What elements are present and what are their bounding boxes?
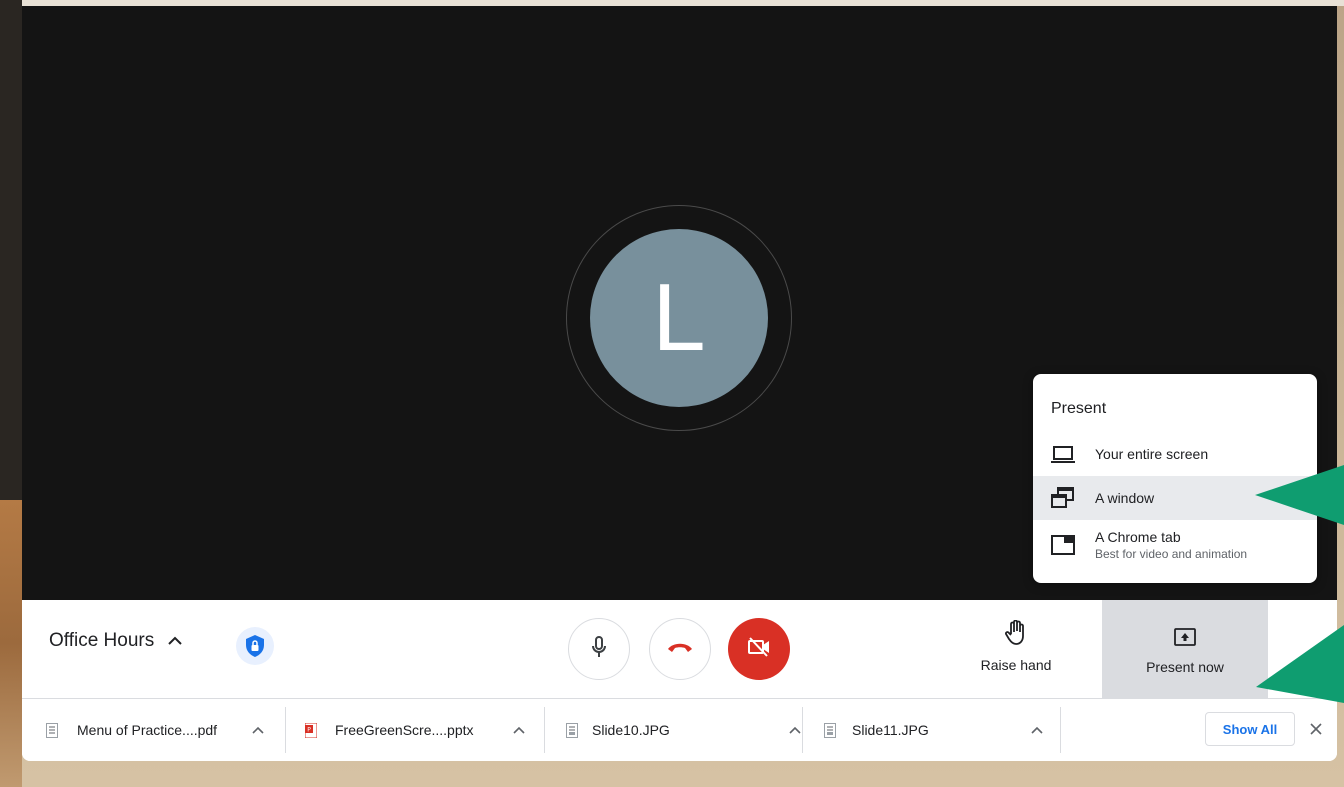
raise-hand-button[interactable]: Raise hand (970, 619, 1062, 680)
download-item[interactable]: Slide11.JPG (824, 699, 1064, 761)
meet-window: L Present Your entire screen A window A … (22, 6, 1337, 761)
present-now-button[interactable]: Present now (1102, 600, 1268, 698)
present-menu-title: Present (1051, 400, 1107, 417)
annotation-arrow-icon (1255, 465, 1344, 525)
host-controls-shield-icon[interactable] (236, 627, 274, 665)
chevron-up-icon[interactable] (1030, 723, 1044, 737)
desk-background-left-dark (0, 0, 22, 500)
meeting-details-toggle[interactable]: Office Hours (49, 630, 182, 652)
window-icon (1050, 485, 1076, 511)
present-option-label: A Chrome tab (1095, 529, 1181, 545)
powerpoint-file-icon: P (304, 722, 318, 739)
microphone-button[interactable] (568, 618, 630, 680)
download-item[interactable]: Menu of Practice....pdf (46, 699, 286, 761)
microphone-icon (591, 635, 607, 664)
hang-up-phone-icon (667, 640, 693, 658)
leave-call-button[interactable] (649, 618, 711, 680)
meeting-title: Office Hours (49, 630, 155, 651)
download-filename: Slide10.JPG (592, 722, 670, 738)
svg-text:P: P (307, 727, 311, 734)
image-file-icon (566, 723, 578, 738)
close-downloads-bar-icon[interactable] (1306, 719, 1326, 739)
camera-off-icon (747, 636, 771, 663)
download-separator (1060, 707, 1061, 753)
download-separator (544, 707, 545, 753)
participant-avatar: L (590, 229, 768, 407)
present-screen-icon (1174, 628, 1196, 653)
chevron-up-icon[interactable] (512, 723, 526, 737)
image-file-icon (824, 723, 836, 738)
chevron-up-icon[interactable] (788, 723, 802, 737)
document-file-icon (46, 723, 58, 738)
desk-background-left-wood (0, 500, 22, 787)
present-option-label: A window (1095, 490, 1155, 506)
annotation-arrow-icon (1256, 625, 1344, 703)
downloads-bar: Menu of Practice....pdf P FreeGreenScre.… (22, 698, 1337, 761)
laptop-icon (1050, 441, 1076, 467)
avatar-initial: L (652, 264, 706, 371)
download-filename: FreeGreenScre....pptx (335, 722, 474, 738)
present-option-sublabel: Best for video and animation (1095, 547, 1248, 561)
chevron-up-icon (168, 636, 182, 646)
download-filename: Menu of Practice....pdf (77, 722, 218, 738)
video-stage: L Present Your entire screen A window A … (22, 6, 1337, 600)
present-option-label: Your entire screen (1095, 446, 1209, 462)
download-item[interactable]: P FreeGreenScre....pptx (304, 699, 545, 761)
present-option-chrome-tab[interactable]: A Chrome tab Best for video and animatio… (1033, 520, 1317, 570)
show-all-downloads-button[interactable]: Show All (1205, 712, 1295, 746)
download-separator (802, 707, 803, 753)
chevron-up-icon[interactable] (251, 723, 265, 737)
chrome-tab-icon (1050, 532, 1076, 558)
meeting-control-bar: Office Hours Raise hand Present now (22, 600, 1337, 698)
camera-toggle-button[interactable] (728, 618, 790, 680)
download-item[interactable]: Slide10.JPG (566, 699, 806, 761)
raise-hand-label: Raise hand (980, 657, 1052, 673)
download-separator (285, 707, 286, 753)
present-now-label: Present now (1146, 659, 1224, 675)
download-filename: Slide11.JPG (852, 722, 929, 738)
hand-icon (1005, 619, 1027, 650)
